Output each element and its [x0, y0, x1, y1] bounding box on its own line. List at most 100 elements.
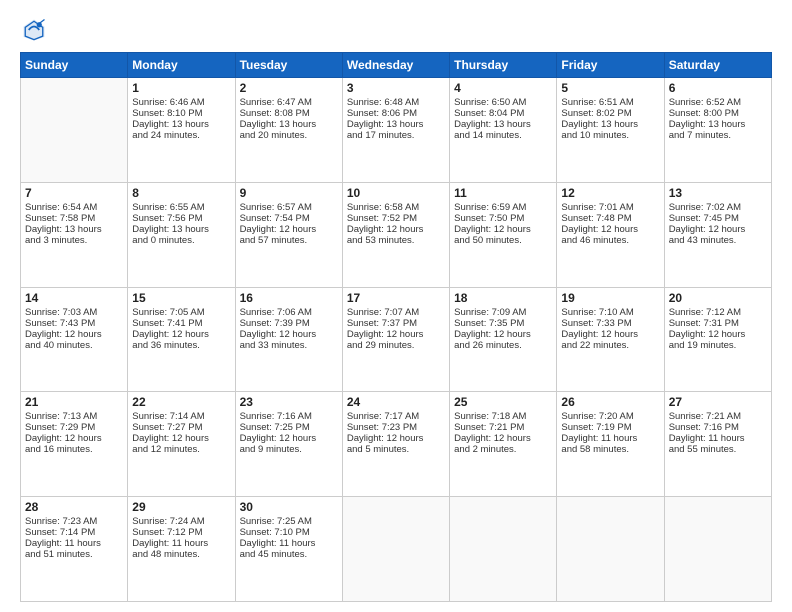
day-info-line: Sunrise: 7:07 AM: [347, 307, 445, 318]
day-info-line: Sunrise: 6:46 AM: [132, 97, 230, 108]
day-number: 20: [669, 291, 767, 305]
day-number: 5: [561, 81, 659, 95]
day-number: 25: [454, 395, 552, 409]
day-info-line: Sunrise: 7:23 AM: [25, 516, 123, 527]
day-info-line: Daylight: 12 hours: [25, 433, 123, 444]
day-info-line: Daylight: 12 hours: [454, 433, 552, 444]
day-info-line: Sunset: 7:37 PM: [347, 318, 445, 329]
day-number: 1: [132, 81, 230, 95]
day-info-line: and 7 minutes.: [669, 130, 767, 141]
day-number: 16: [240, 291, 338, 305]
day-info-line: Daylight: 12 hours: [132, 329, 230, 340]
day-info-line: Daylight: 11 hours: [132, 538, 230, 549]
day-info-line: Sunrise: 7:13 AM: [25, 411, 123, 422]
day-info-line: Sunrise: 6:52 AM: [669, 97, 767, 108]
day-info-line: and 10 minutes.: [561, 130, 659, 141]
day-number: 24: [347, 395, 445, 409]
day-info-line: Sunrise: 6:50 AM: [454, 97, 552, 108]
day-info-line: Daylight: 12 hours: [347, 329, 445, 340]
day-info-line: Sunrise: 7:01 AM: [561, 202, 659, 213]
day-info-line: Sunset: 7:14 PM: [25, 527, 123, 538]
day-info-line: Sunrise: 7:25 AM: [240, 516, 338, 527]
calendar-cell: 7Sunrise: 6:54 AMSunset: 7:58 PMDaylight…: [21, 182, 128, 287]
calendar-cell: 23Sunrise: 7:16 AMSunset: 7:25 PMDayligh…: [235, 392, 342, 497]
day-info-line: Sunrise: 6:48 AM: [347, 97, 445, 108]
day-info-line: Sunset: 7:29 PM: [25, 422, 123, 433]
day-info-line: Sunrise: 7:18 AM: [454, 411, 552, 422]
day-info-line: Sunset: 7:56 PM: [132, 213, 230, 224]
calendar-cell: [21, 78, 128, 183]
day-info-line: Sunset: 7:21 PM: [454, 422, 552, 433]
calendar-cell: 26Sunrise: 7:20 AMSunset: 7:19 PMDayligh…: [557, 392, 664, 497]
day-info-line: and 57 minutes.: [240, 235, 338, 246]
calendar-cell: 4Sunrise: 6:50 AMSunset: 8:04 PMDaylight…: [450, 78, 557, 183]
day-info-line: and 12 minutes.: [132, 444, 230, 455]
calendar-day-header: Friday: [557, 53, 664, 78]
day-info-line: and 40 minutes.: [25, 340, 123, 351]
day-number: 29: [132, 500, 230, 514]
day-info-line: Sunrise: 6:58 AM: [347, 202, 445, 213]
day-info-line: and 45 minutes.: [240, 549, 338, 560]
day-info-line: Sunset: 7:50 PM: [454, 213, 552, 224]
calendar-cell: 21Sunrise: 7:13 AMSunset: 7:29 PMDayligh…: [21, 392, 128, 497]
day-info-line: Sunset: 8:02 PM: [561, 108, 659, 119]
day-number: 9: [240, 186, 338, 200]
calendar-cell: 1Sunrise: 6:46 AMSunset: 8:10 PMDaylight…: [128, 78, 235, 183]
day-number: 19: [561, 291, 659, 305]
day-info-line: Sunset: 7:48 PM: [561, 213, 659, 224]
calendar-cell: [450, 497, 557, 602]
calendar-day-header: Monday: [128, 53, 235, 78]
day-info-line: Sunrise: 7:09 AM: [454, 307, 552, 318]
day-info-line: Sunset: 7:12 PM: [132, 527, 230, 538]
day-number: 14: [25, 291, 123, 305]
day-info-line: Sunset: 7:54 PM: [240, 213, 338, 224]
day-info-line: Daylight: 12 hours: [132, 433, 230, 444]
day-info-line: Daylight: 12 hours: [561, 329, 659, 340]
day-info-line: Daylight: 12 hours: [454, 329, 552, 340]
day-info-line: Sunrise: 6:57 AM: [240, 202, 338, 213]
day-info-line: and 26 minutes.: [454, 340, 552, 351]
day-info-line: Daylight: 12 hours: [25, 329, 123, 340]
day-info-line: Sunrise: 7:21 AM: [669, 411, 767, 422]
day-info-line: Sunrise: 7:24 AM: [132, 516, 230, 527]
calendar-cell: 2Sunrise: 6:47 AMSunset: 8:08 PMDaylight…: [235, 78, 342, 183]
day-info-line: Daylight: 12 hours: [669, 224, 767, 235]
day-info-line: and 14 minutes.: [454, 130, 552, 141]
day-info-line: Daylight: 13 hours: [132, 224, 230, 235]
calendar-cell: 15Sunrise: 7:05 AMSunset: 7:41 PMDayligh…: [128, 287, 235, 392]
day-info-line: Daylight: 12 hours: [347, 433, 445, 444]
header: [20, 16, 772, 44]
day-info-line: Daylight: 12 hours: [561, 224, 659, 235]
day-info-line: Sunrise: 7:20 AM: [561, 411, 659, 422]
day-info-line: and 20 minutes.: [240, 130, 338, 141]
day-info-line: Sunrise: 7:14 AM: [132, 411, 230, 422]
calendar-cell: 17Sunrise: 7:07 AMSunset: 7:37 PMDayligh…: [342, 287, 449, 392]
day-info-line: Sunrise: 7:17 AM: [347, 411, 445, 422]
calendar-day-header: Tuesday: [235, 53, 342, 78]
day-info-line: and 58 minutes.: [561, 444, 659, 455]
day-info-line: Daylight: 12 hours: [669, 329, 767, 340]
day-info-line: Sunset: 7:31 PM: [669, 318, 767, 329]
day-info-line: Daylight: 13 hours: [669, 119, 767, 130]
page: SundayMondayTuesdayWednesdayThursdayFrid…: [0, 0, 792, 612]
day-number: 6: [669, 81, 767, 95]
calendar-cell: 9 Sunrise: 6:57 AMSunset: 7:54 PMDaylight…: [235, 182, 342, 287]
day-number: 27: [669, 395, 767, 409]
calendar-cell: 27Sunrise: 7:21 AMSunset: 7:16 PMDayligh…: [664, 392, 771, 497]
day-info-line: Daylight: 12 hours: [240, 433, 338, 444]
day-number: 18: [454, 291, 552, 305]
day-number: 7: [25, 186, 123, 200]
day-info-line: Sunset: 7:27 PM: [132, 422, 230, 433]
day-info-line: Sunrise: 7:10 AM: [561, 307, 659, 318]
day-info-line: and 48 minutes.: [132, 549, 230, 560]
day-number: 4: [454, 81, 552, 95]
calendar-cell: 8Sunrise: 6:55 AMSunset: 7:56 PMDaylight…: [128, 182, 235, 287]
day-info-line: and 51 minutes.: [25, 549, 123, 560]
day-info-line: Daylight: 12 hours: [240, 224, 338, 235]
day-info-line: Daylight: 13 hours: [25, 224, 123, 235]
calendar-week-row: 21Sunrise: 7:13 AMSunset: 7:29 PMDayligh…: [21, 392, 772, 497]
day-info-line: Sunrise: 7:12 AM: [669, 307, 767, 318]
day-info-line: Daylight: 13 hours: [454, 119, 552, 130]
day-info-line: and 29 minutes.: [347, 340, 445, 351]
calendar-cell: 14Sunrise: 7:03 AMSunset: 7:43 PMDayligh…: [21, 287, 128, 392]
